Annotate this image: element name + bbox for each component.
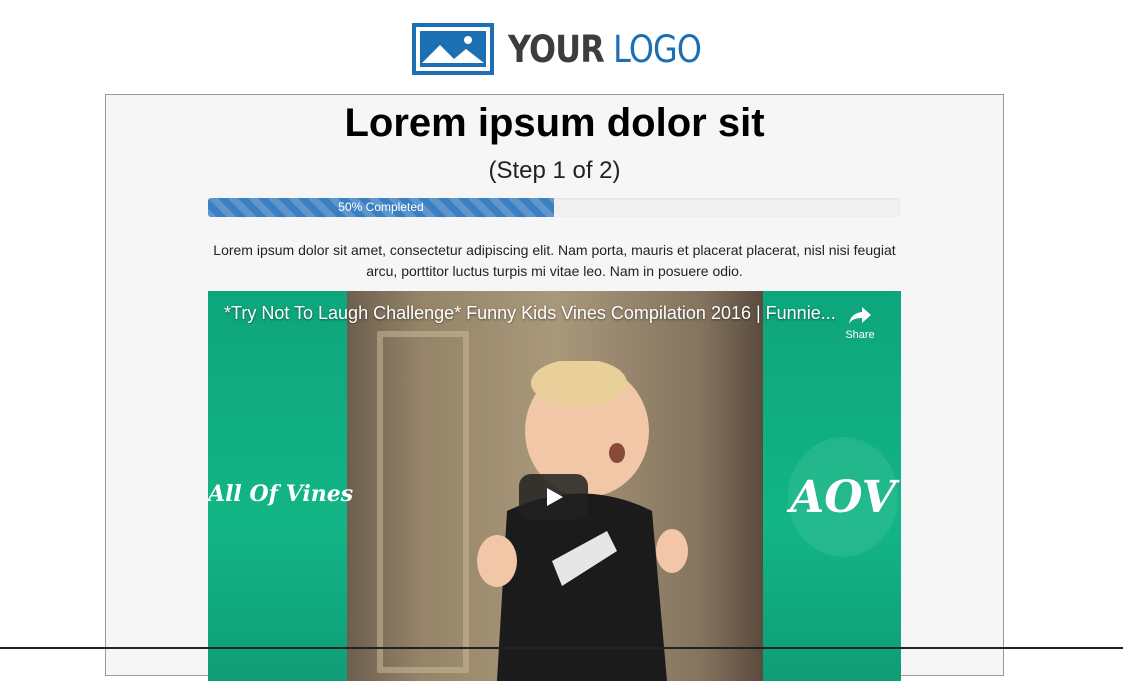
baby-figure [477, 361, 688, 681]
vines-brand-logo: AOV [788, 437, 898, 557]
content-panel: Lorem ipsum dolor sit (Step 1 of 2) 50% … [105, 94, 1004, 681]
vines-brand-left: All Of Vines [208, 481, 354, 507]
share-label: Share [845, 329, 875, 341]
description-text: Lorem ipsum dolor sit amet, consectetur … [213, 242, 896, 279]
play-icon [546, 488, 563, 506]
logo-word-your: YOUR [508, 27, 605, 71]
logo-word-logo: LOGO [613, 27, 702, 71]
progress-fill: 50% Completed [208, 198, 554, 217]
logo-text: YOUR LOGO [508, 27, 702, 71]
play-button[interactable] [519, 474, 588, 520]
progress-label: 50% Completed [338, 200, 424, 214]
video-title[interactable]: *Try Not To Laugh Challenge* Funny Kids … [224, 303, 844, 324]
page-title: Lorem ipsum dolor sit [344, 101, 765, 145]
logo[interactable]: YOUR LOGO [412, 22, 732, 76]
step-indicator: (Step 1 of 2) [488, 157, 621, 184]
image-icon [412, 23, 494, 75]
share-icon [849, 307, 871, 324]
progress-bar: 50% Completed [208, 198, 900, 217]
share-button[interactable]: Share [840, 305, 880, 341]
video-player[interactable]: All Of Vines AOV *Try Not To Laugh Chall… [208, 291, 901, 681]
door-frame [377, 331, 469, 673]
